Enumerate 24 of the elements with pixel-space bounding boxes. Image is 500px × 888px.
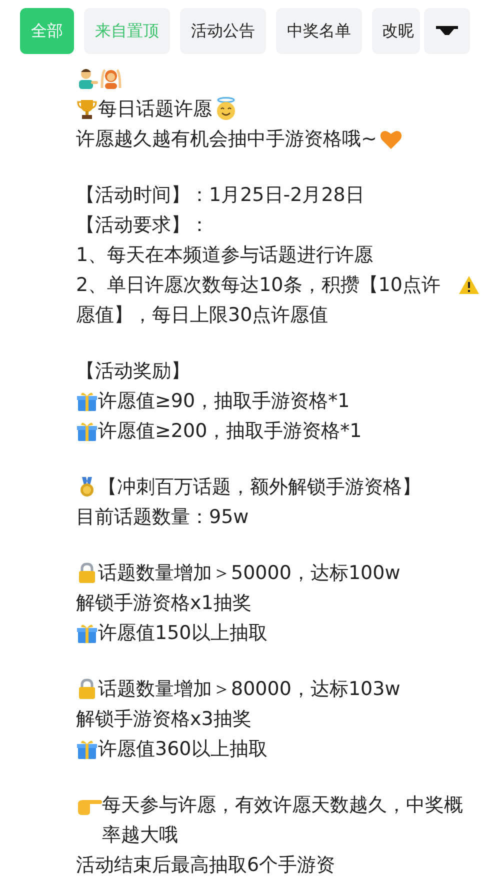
post-text: 话题数量增加＞80000，达标103w <box>98 677 400 702</box>
post-text: 许愿值≥90，抽取手游资格*1 <box>98 389 350 414</box>
post-text: 许愿越久越有机会抽中手游资格哦~ <box>76 127 377 152</box>
post-text: 许愿值360以上抽取 <box>98 737 268 762</box>
post-text: 话题数量增加＞50000，达标100w <box>98 561 400 586</box>
post-text: 2、单日许愿次数每达10条，积攒【10点许愿值】，每日上限30点许愿值 <box>76 273 442 328</box>
post-text: 许愿值≥200，抽取手游资格*1 <box>98 419 362 444</box>
caret-icon <box>436 26 458 36</box>
dropdown-button[interactable] <box>424 8 470 54</box>
post-text: 每天参与许愿，有效许愿天数越久，中奖概率越大哦 <box>102 793 464 848</box>
post-text: 解锁手游资格x3抽奖 <box>76 707 252 732</box>
post-text: 【活动奖励】 <box>76 359 190 384</box>
post-text: 【活动时间】：1月25日-2月28日 <box>76 183 364 208</box>
filter-tab[interactable]: 改昵 <box>372 8 420 54</box>
post-text: 许愿值150以上抽取 <box>98 621 268 646</box>
filter-tab[interactable]: 中奖名单 <box>276 8 362 54</box>
post-text: 解锁手游资格x1抽奖 <box>76 591 252 616</box>
post-text: 【活动要求】： <box>76 213 209 238</box>
post-text: 【冲刺百万话题，额外解锁手游资格】 <box>98 475 421 500</box>
filter-tab[interactable]: 活动公告 <box>180 8 266 54</box>
post-text: 目前话题数量：95w <box>76 505 249 530</box>
post-text: 1、每天在本频道参与话题进行许愿 <box>76 243 374 268</box>
post-text: 每日话题许愿 <box>98 97 212 122</box>
post-text: 活动结束后最高抽取6个手游资 <box>76 853 336 878</box>
